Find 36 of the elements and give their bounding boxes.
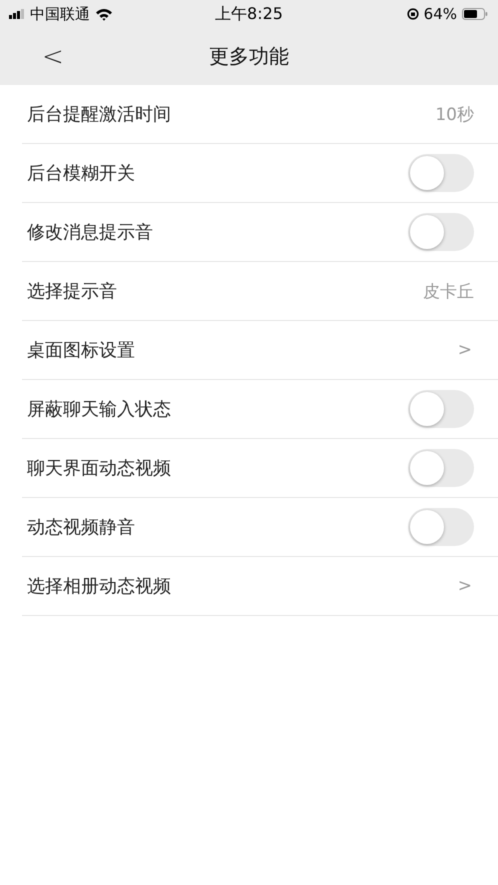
battery-icon (462, 8, 488, 20)
row-label: 动态视频静音 (27, 516, 135, 539)
row-label: 后台模糊开关 (27, 162, 135, 185)
chevron: > (458, 340, 473, 360)
battery-percent: 64% (424, 5, 457, 23)
wifi-icon (95, 8, 113, 20)
settings-row[interactable]: 桌面图标设置 > (22, 321, 498, 380)
row-label: 选择相册动态视频 (27, 575, 171, 598)
toggle-switch[interactable] (408, 390, 474, 428)
settings-row[interactable]: 选择相册动态视频 > (22, 557, 498, 616)
row-label: 修改消息提示音 (27, 221, 153, 244)
clock-time: 上午8:25 (215, 4, 283, 24)
toggle-switch[interactable] (408, 508, 474, 546)
toggle-switch[interactable] (408, 449, 474, 487)
settings-row[interactable]: 后台模糊开关 (22, 144, 498, 203)
carrier-name: 中国联通 (30, 4, 90, 24)
settings-row[interactable]: 后台提醒激活时间 10秒 (22, 85, 498, 144)
page-title: 更多功能 (209, 43, 289, 70)
signal-icon (9, 9, 25, 19)
settings-row[interactable]: 聊天界面动态视频 (22, 439, 498, 498)
row-value: 10秒 (435, 104, 474, 126)
back-button[interactable]: < (30, 42, 76, 72)
chevron: > (458, 576, 473, 596)
settings-row[interactable]: 屏蔽聊天输入状态 (22, 380, 498, 439)
settings-row[interactable]: 动态视频静音 (22, 498, 498, 557)
settings-row[interactable]: 选择提示音 皮卡丘 (22, 262, 498, 321)
row-value: 皮卡丘 (423, 280, 474, 302)
settings-row[interactable]: 修改消息提示音 (22, 203, 498, 262)
row-label: 桌面图标设置 (27, 339, 135, 362)
toggle-switch[interactable] (408, 154, 474, 192)
row-label: 后台提醒激活时间 (27, 103, 171, 126)
toggle-switch[interactable] (408, 213, 474, 251)
row-label: 聊天界面动态视频 (27, 457, 171, 480)
rotation-lock-icon (406, 8, 419, 20)
row-label: 选择提示音 (27, 280, 117, 303)
row-label: 屏蔽聊天输入状态 (27, 398, 171, 421)
